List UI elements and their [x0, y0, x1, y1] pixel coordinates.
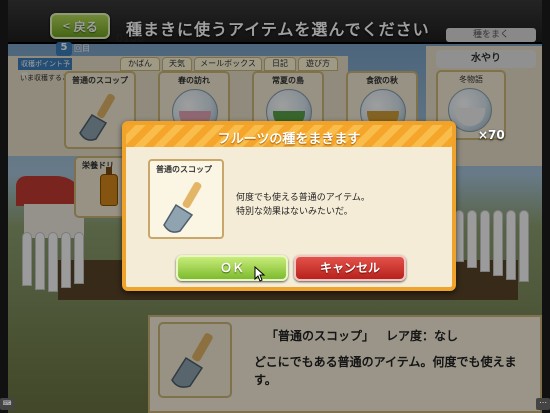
mouse-cursor-icon	[254, 266, 266, 282]
dialog-desc-line2: 特別な効果はないみたいだ。	[236, 207, 353, 217]
keyboard-icon[interactable]: ⌨	[0, 398, 14, 410]
dialog-header: フルーツの種をまきます	[126, 125, 452, 147]
game-screen: < 戻る 種まきに使うアイテムを選んでください 0106 種をまく 5 回目 収…	[8, 0, 542, 413]
item-count: ×70	[478, 128, 505, 142]
dialog-item-thumb: 普通のスコップ	[148, 159, 224, 239]
ok-button[interactable]: ＯＫ	[176, 255, 288, 281]
dialog-description: 何度でも使える普通のアイテム。 特別な効果はないみたいだ。	[236, 191, 436, 219]
dialog-desc-line1: 何度でも使える普通のアイテム。	[236, 193, 370, 203]
confirm-dialog: フルーツの種をまきます 普通のスコップ 何度でも使える普通のアイテム。 特別な効…	[122, 121, 456, 291]
more-icon[interactable]: ⋯	[536, 398, 550, 410]
dialog-title: フルーツの種をまきます	[217, 132, 361, 147]
dialog-item-name: 普通のスコップ	[156, 165, 212, 174]
cancel-button[interactable]: キャンセル	[294, 255, 406, 281]
shovel-icon	[163, 181, 202, 233]
